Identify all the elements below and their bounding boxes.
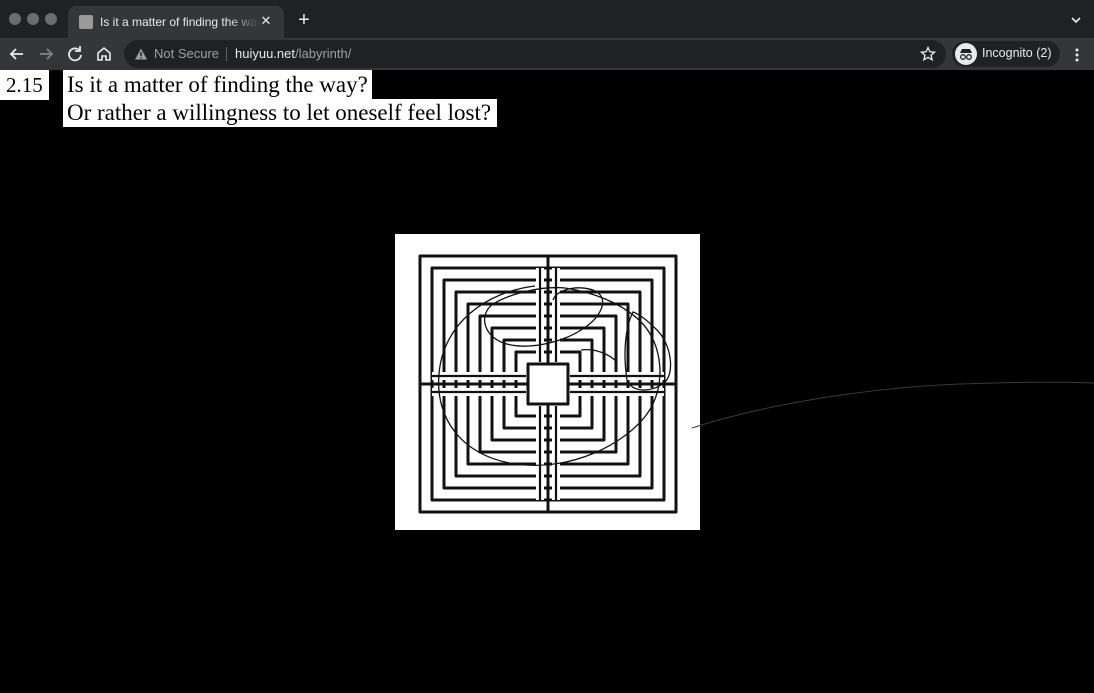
new-tab-button[interactable]: + <box>294 10 314 30</box>
tab-title: Is it a matter of finding the way? Or ra… <box>100 15 260 29</box>
back-button[interactable] <box>6 43 28 65</box>
url-path: /labyrinth/ <box>295 46 352 61</box>
kebab-menu-icon[interactable] <box>1068 46 1086 64</box>
arrow-right-icon <box>40 48 54 60</box>
window-minimize-dot[interactable] <box>27 13 39 25</box>
page-favicon-icon <box>79 15 93 29</box>
tab-active[interactable]: Is it a matter of finding the way? Or ra… <box>68 6 284 38</box>
url-host: huiyuu.net <box>235 46 295 61</box>
forward-button[interactable] <box>35 43 57 65</box>
reload-button[interactable] <box>64 43 86 65</box>
tab-strip: Is it a matter of finding the way? Or ra… <box>0 0 1094 38</box>
url-text[interactable]: huiyuu.net/labyrinth/ <box>235 46 351 61</box>
window-close-dot[interactable] <box>9 13 21 25</box>
incognito-profile-button[interactable]: Incognito (2) <box>952 41 1060 67</box>
omnibox-separator <box>226 47 227 61</box>
page-content: 2.15 Is it a matter of finding the way? … <box>0 70 1094 693</box>
home-button[interactable] <box>93 43 115 65</box>
question-line-1: Is it a matter of finding the way? <box>63 70 372 100</box>
section-number: 2.15 <box>0 70 49 100</box>
home-icon <box>97 46 111 61</box>
labyrinth-image[interactable] <box>395 234 700 530</box>
security-label[interactable]: Not Secure <box>154 46 219 61</box>
reload-icon <box>68 46 82 62</box>
incognito-label: Incognito (2) <box>982 46 1052 60</box>
tab-close-icon[interactable]: ✕ <box>258 13 274 29</box>
incognito-icon <box>955 43 977 65</box>
warning-icon[interactable] <box>134 47 148 61</box>
question-line-2: Or rather a willingness to let oneself f… <box>63 99 498 127</box>
chevron-down-icon[interactable] <box>1068 12 1084 28</box>
toolbar: Not Secure huiyuu.net/labyrinth/ Incogni… <box>0 38 1094 70</box>
address-bar[interactable]: Not Secure huiyuu.net/labyrinth/ <box>124 40 946 68</box>
labyrinth-drawing <box>418 254 678 514</box>
window-zoom-dot[interactable] <box>45 13 57 25</box>
star-icon[interactable] <box>920 46 936 62</box>
arrow-left-icon <box>9 48 23 60</box>
browser-chrome: Is it a matter of finding the way? Or ra… <box>0 0 1094 70</box>
